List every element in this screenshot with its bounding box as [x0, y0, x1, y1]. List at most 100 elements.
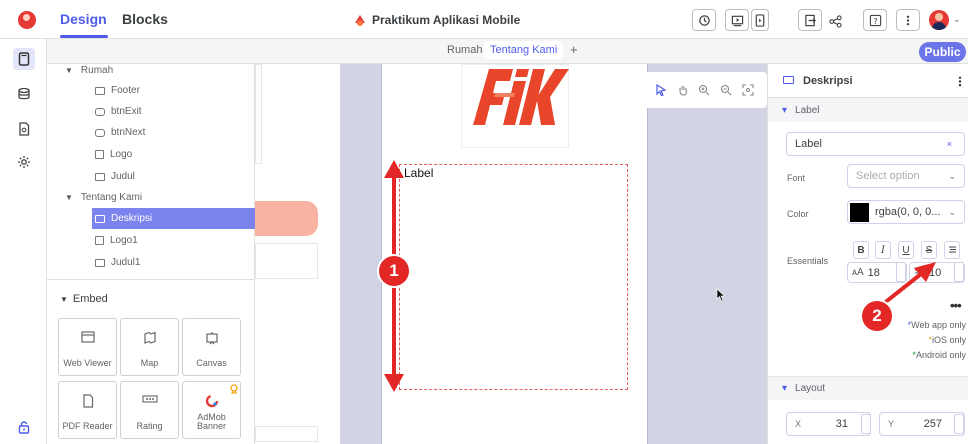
text-align-icon: [948, 246, 956, 253]
font-select[interactable]: Select option ⌄: [847, 164, 965, 188]
y-position-stepper[interactable]: [954, 414, 964, 434]
left-rail: [0, 39, 47, 444]
export-button[interactable]: [798, 9, 822, 31]
ghost-element: [255, 426, 318, 442]
label-icon: [95, 86, 105, 95]
legend-android-only: Android only: [816, 350, 966, 360]
chevron-down-icon[interactable]: ⌄: [953, 14, 961, 25]
embed-panel: ▼ Embed Web Viewer Map Canvas PDF Reader …: [47, 279, 255, 444]
phone-play-icon: [755, 13, 765, 27]
pdf-file-icon: [82, 394, 93, 408]
help-button[interactable]: ?: [863, 9, 887, 31]
tab-design[interactable]: Design: [60, 11, 107, 27]
tree-item-btnexit[interactable]: btnExit: [95, 101, 255, 122]
screen-tab-rumah[interactable]: Rumah: [447, 44, 482, 56]
project-title: Praktikum Aplikasi Mobile: [372, 13, 521, 27]
font-label: Font: [787, 173, 806, 183]
share-icon: [828, 14, 842, 28]
chevron-down-icon: ⌄: [948, 206, 956, 217]
database-icon: [18, 87, 30, 100]
embed-tile-pdf-reader[interactable]: PDF Reader: [58, 381, 117, 439]
rail-assets-button[interactable]: [13, 118, 35, 140]
lock-icon: [18, 421, 30, 434]
embed-tile-admob-banner[interactable]: AdMob Banner: [182, 381, 241, 439]
phone-icon: [18, 52, 30, 66]
x-position-stepper[interactable]: [861, 414, 871, 434]
tree-item-deskripsi[interactable]: Deskripsi: [92, 208, 255, 229]
rail-settings-button[interactable]: [13, 151, 35, 173]
share-button[interactable]: [825, 11, 845, 31]
more-vertical-icon[interactable]: [958, 75, 962, 88]
history-icon: [698, 14, 710, 26]
line-height-stepper[interactable]: [954, 262, 964, 282]
brand-logo-image[interactable]: [461, 64, 570, 148]
bold-button[interactable]: B: [853, 241, 869, 259]
tree-item-logo[interactable]: Logo: [95, 144, 255, 165]
zoom-out-icon[interactable]: [720, 84, 732, 96]
section-layout-header[interactable]: Layout: [768, 376, 968, 400]
rail-screens-button[interactable]: [13, 48, 35, 70]
more-menu-button[interactable]: [896, 9, 920, 31]
color-picker[interactable]: rgba(0, 0, 0... ⌄: [847, 200, 965, 224]
tab-blocks[interactable]: Blocks: [122, 11, 168, 27]
svg-text:?: ?: [873, 15, 877, 25]
y-position-input[interactable]: Y 257: [879, 412, 965, 436]
tab-design-underline: [60, 35, 108, 38]
embed-tile-map[interactable]: Map: [120, 318, 179, 376]
caret-down-icon[interactable]: ▼: [65, 66, 73, 75]
tree-item-btnnext[interactable]: btnNext: [95, 122, 255, 143]
fit-screen-icon[interactable]: [742, 84, 754, 96]
gear-icon: [18, 156, 30, 168]
color-label: Color: [787, 209, 809, 219]
pointer-icon[interactable]: [655, 84, 667, 96]
preview-button[interactable]: [725, 9, 749, 31]
font-size-icon: ᴀA: [852, 267, 864, 278]
app-logo-icon[interactable]: [18, 11, 36, 29]
tree-screen-rumah[interactable]: ▼ Rumah: [65, 60, 453, 134]
section-label-header[interactable]: Label: [768, 98, 968, 122]
embed-tile-rating[interactable]: Rating: [120, 381, 179, 439]
component-tree: ▼ Rumah Footer btnExit btnNext Logo Judu…: [47, 64, 453, 279]
clear-icon[interactable]: ×: [947, 139, 952, 149]
fik-logo-icon: [473, 69, 570, 125]
embed-tile-canvas[interactable]: Canvas: [182, 318, 241, 376]
x-position-input[interactable]: X 31: [786, 412, 871, 436]
color-swatch[interactable]: [850, 202, 869, 222]
project-logo-icon: [355, 15, 365, 26]
annotation-badge-2: 2: [862, 301, 892, 331]
top-bar: Design Blocks Praktikum Aplikasi Mobile …: [0, 0, 968, 39]
rail-lock-button[interactable]: [13, 416, 35, 438]
browser-icon: [80, 331, 95, 343]
properties-panel: Deskripsi Label Label × Font Select opti…: [767, 64, 968, 444]
screen-tab-tentang-kami[interactable]: Tentang Kami: [484, 41, 564, 59]
admob-icon: [205, 394, 218, 408]
avatar[interactable]: [929, 10, 949, 30]
mouse-cursor-icon: [716, 288, 726, 302]
caret-down-icon: ▼: [60, 295, 68, 304]
tree-item-judul1[interactable]: Judul1: [95, 252, 255, 273]
help-icon: ?: [869, 14, 881, 26]
label-text-input[interactable]: Label ×: [786, 132, 965, 156]
tree-item-footer[interactable]: Footer: [95, 80, 255, 101]
play-screen-icon: [731, 15, 743, 26]
zoom-in-icon[interactable]: [698, 84, 710, 96]
label-icon: [95, 172, 105, 181]
selected-label-bounds[interactable]: [399, 164, 628, 390]
tree-item-logo1[interactable]: Logo1: [95, 230, 255, 251]
more-options-button[interactable]: •••: [950, 298, 962, 313]
align-button[interactable]: [944, 241, 960, 259]
tree-item-judul[interactable]: Judul: [95, 166, 255, 187]
tree-screen-tentang-kami[interactable]: ▼ Tentang Kami: [65, 187, 453, 261]
legend-ios-only: iOS only: [816, 335, 966, 345]
embed-tile-web-viewer[interactable]: Web Viewer: [58, 318, 117, 376]
public-button[interactable]: Public: [919, 42, 966, 62]
add-screen-button[interactable]: +: [570, 42, 578, 57]
history-button[interactable]: [692, 9, 716, 31]
caret-down-icon[interactable]: ▼: [65, 193, 73, 202]
hand-icon[interactable]: [677, 84, 689, 96]
image-icon: [95, 236, 104, 245]
rail-database-button[interactable]: [13, 83, 35, 105]
device-preview-button[interactable]: [751, 9, 769, 31]
embed-section-toggle[interactable]: ▼ Embed: [60, 293, 108, 305]
essentials-label: Essentials: [787, 256, 829, 266]
